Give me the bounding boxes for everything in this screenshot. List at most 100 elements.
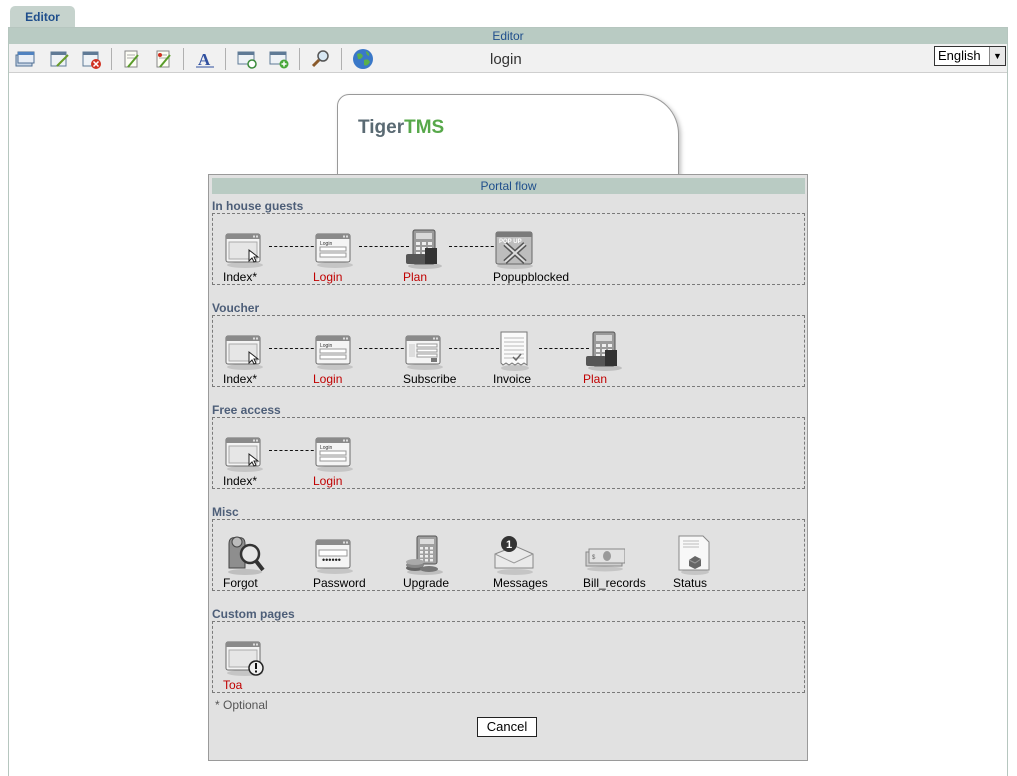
login-window-icon: Login (313, 330, 355, 372)
flow-node-label: Login (313, 270, 343, 284)
dialog-title: Portal flow (212, 178, 805, 194)
forgot-magnifier-icon (228, 536, 265, 575)
section-flow-box: Toa (212, 621, 805, 693)
flow-node-label: Status (673, 576, 708, 590)
tab-strip: Editor (0, 0, 1017, 28)
browser-cursor-icon (225, 335, 263, 370)
editor-header: Editor (9, 28, 1007, 44)
flow-node-messages[interactable]: 1 Messages (493, 534, 583, 590)
flow-node-index-[interactable]: Index* (223, 228, 313, 284)
flow-node-label: Invoice (493, 372, 532, 386)
svg-text:••••••: •••••• (322, 555, 341, 565)
plan-calculator-icon (586, 331, 622, 371)
popup-blocked-icon: POP UP (493, 228, 535, 270)
flow-connector (449, 348, 499, 349)
bill-records-icon: $ (583, 534, 626, 576)
edit-text-alt-icon[interactable] (151, 48, 175, 70)
flow-node-upgrade[interactable]: Upgrade (403, 534, 493, 590)
plan-calculator-icon (583, 330, 625, 372)
edit-page-icon[interactable] (47, 48, 71, 70)
page-settings-icon[interactable] (235, 48, 259, 70)
flow-node-label: Login (313, 474, 343, 488)
upgrade-calculator-icon (406, 535, 443, 575)
flow-node-toa[interactable]: Toa (223, 636, 313, 692)
search-icon[interactable] (309, 48, 333, 70)
flow-node-password[interactable]: •••••• Password (313, 534, 403, 590)
edit-text-icon[interactable] (119, 48, 143, 70)
language-select[interactable]: English ▼ (934, 46, 1006, 66)
flow-node-label: Forgot (223, 576, 258, 590)
flow-node-invoice[interactable]: Invoice (493, 330, 583, 386)
language-value: English (938, 48, 981, 63)
flow-node-index-[interactable]: Index* (223, 432, 313, 488)
login-window-icon: Login (313, 228, 355, 270)
brand-logo-part1: Tiger (358, 117, 405, 138)
flow-connector (269, 246, 319, 247)
browser-cursor-icon (223, 228, 265, 270)
flow-node-login[interactable]: Login Login (313, 330, 403, 386)
flow-node-subscribe[interactable]: Subscribe (403, 330, 493, 386)
login-window-icon: Login (313, 432, 355, 474)
plan-calculator-icon (406, 229, 442, 269)
toolbar: A login English ▼ (9, 44, 1007, 73)
section-title: Free access (212, 403, 281, 417)
subscribe-form-icon (403, 330, 445, 372)
browser-cursor-icon (223, 432, 265, 474)
browser-cursor-icon (225, 437, 263, 472)
flow-node-login[interactable]: Login Login (313, 432, 403, 488)
svg-text:A: A (198, 50, 211, 69)
flow-node-label: Messages (493, 576, 548, 590)
flow-node-label: Index* (223, 372, 258, 386)
section-title: In house guests (212, 199, 304, 213)
font-icon[interactable]: A (193, 48, 217, 70)
login-window-icon: Login (315, 335, 353, 370)
flow-node-label: Plan (403, 270, 428, 284)
status-chart-icon (673, 534, 715, 576)
section-flow-box: Index* Login Login Subscribe Invoice Pla… (212, 315, 805, 387)
section-flow-box: Forgot •••••• Password Upgrade 1 Messages (212, 519, 805, 591)
flow-node-label: Toa (223, 678, 243, 692)
login-window-icon: Login (315, 437, 353, 472)
delete-page-icon[interactable] (79, 48, 103, 70)
globe-icon[interactable] (351, 48, 375, 70)
password-window-icon: •••••• (315, 539, 353, 574)
flow-node-bill-records[interactable]: $ Bill_records (583, 534, 673, 590)
flow-node-forgot[interactable]: Forgot (223, 534, 313, 590)
section-flow-box: Index* Login Login (212, 417, 805, 489)
add-page-icon[interactable] (267, 48, 291, 70)
flow-node-label: Plan (583, 372, 608, 386)
svg-text:Login: Login (320, 241, 332, 247)
section-flow-box: Index* Login Login Plan POP UP Popupbloc… (212, 213, 805, 285)
login-window-icon: Login (315, 233, 353, 268)
flow-node-label: Bill_records (583, 576, 646, 590)
section-title: Misc (212, 505, 239, 519)
flow-connector (269, 348, 319, 349)
flow-node-label: Password (313, 576, 366, 590)
svg-text:1: 1 (506, 539, 512, 551)
plan-calculator-icon (403, 228, 445, 270)
flow-node-plan[interactable]: Plan (583, 330, 673, 386)
tab-editor[interactable]: Editor (10, 6, 75, 28)
flow-node-status[interactable]: Status (673, 534, 763, 590)
flow-node-label: Index* (223, 474, 258, 488)
flow-node-plan[interactable]: Plan (403, 228, 493, 284)
cancel-button[interactable]: Cancel (477, 717, 537, 737)
bill-records-icon: $ (585, 548, 626, 572)
flow-node-label: Upgrade (403, 576, 450, 590)
flow-node-popupblocked[interactable]: POP UP Popupblocked (493, 228, 583, 284)
svg-text:Login: Login (320, 445, 332, 451)
chevron-down-icon[interactable]: ▼ (989, 47, 1005, 65)
brand-logo: TigerTMS (358, 117, 444, 139)
custom-page-warning-icon (225, 641, 264, 676)
browser-cursor-icon (225, 233, 263, 268)
flow-connector (359, 246, 409, 247)
flow-node-login[interactable]: Login Login (313, 228, 403, 284)
flow-node-index-[interactable]: Index* (223, 330, 313, 386)
custom-page-warning-icon (223, 636, 265, 678)
flow-node-label: Subscribe (403, 372, 457, 386)
password-window-icon: •••••• (313, 534, 355, 576)
flow-node-label: Login (313, 372, 343, 386)
pages-icon[interactable] (13, 48, 37, 70)
invoice-icon (493, 330, 535, 372)
upgrade-calculator-icon (403, 534, 445, 576)
